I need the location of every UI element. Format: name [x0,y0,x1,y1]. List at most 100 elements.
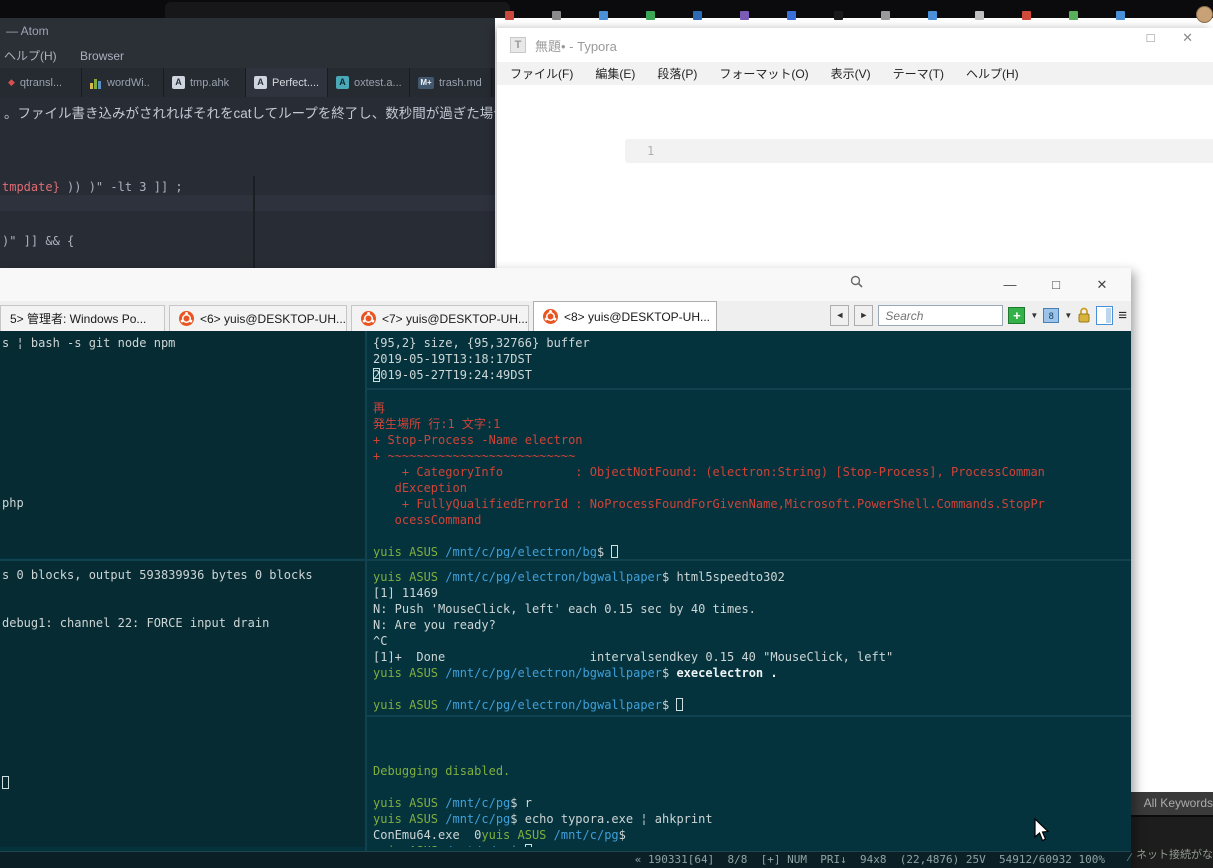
terminal-text: yuis ASUS [373,844,445,847]
tray-icon[interactable] [881,11,890,20]
lock-icon[interactable] [1077,307,1091,324]
typora-menu-help[interactable]: ヘルプ(H) [966,65,1019,82]
typora-menu-theme[interactable]: テーマ(T) [893,65,944,82]
atom-text-line: 。ファイル書き込みがされればそれをcatしてループを終了し、数秒間が過ぎた場合は… [4,102,495,122]
typora-menu-format[interactable]: フォーマット(O) [719,65,808,82]
terminal-pane-left-bottom[interactable]: s 0 blocks, output 593839936 bytes 0 blo… [0,561,365,847]
terminal-text: /mnt/c/pg/electron/bgwallpaper [445,570,662,584]
terminal-line [373,747,1131,763]
terminal-text: $ r [510,796,532,810]
terminal-line: 2019-05-27T19:24:49DST [373,367,1131,383]
terminal-pane-buffer-info[interactable]: {95,2} size, {95,32766} buffer2019-05-19… [367,331,1131,387]
atom-current-line-highlight [0,195,495,211]
tray-icon[interactable] [693,11,702,20]
conemu-tab-label: <8> yuis@DESKTOP-UH... [564,310,710,324]
terminal-text: $ [510,844,524,847]
atom-tab-perfect[interactable]: A Perfect.... [246,68,328,97]
terminal-line: 2019-05-19T13:18:17DST [373,351,1131,367]
atom-tab-trash-md[interactable]: M+ trash.md [410,68,492,97]
ubuntu-icon [361,311,376,326]
terminal-line: + ~~~~~~~~~~~~~~~~~~~~~~~~~~ [373,448,1131,464]
terminal-text: yuis ASUS [373,545,445,558]
terminal-text: 発生場所 行:1 文字:1 [373,417,500,431]
atom-menu-help[interactable]: ヘルプ(H) [0,45,67,68]
typora-caption-buttons[interactable]: □ ✕ [1147,30,1205,46]
window-toggle-icon[interactable] [1096,306,1113,325]
tab-scroll-left-button[interactable]: ◄ [830,305,849,326]
conemu-tab-7-wsl[interactable]: <7> yuis@DESKTOP-UH... [351,305,529,331]
atom-editor[interactable]: 。ファイル書き込みがされればそれをcatしてループを終了し、数秒間が過ぎた場合は… [0,97,495,268]
tray-icon[interactable] [1022,11,1031,20]
conemu-tab-label: <6> yuis@DESKTOP-UH... [200,312,346,326]
conemu-tab-5-powershell[interactable]: 5> 管理者: Windows Po... [0,305,165,331]
minimize-button[interactable]: — [987,274,1033,296]
typora-menu-edit[interactable]: 編集(E) [595,65,635,82]
conemu-tab-controls: ◄ ► + ▼ 8 ▼ ≡ [830,305,1127,326]
typora-line-number: 1 [647,144,654,158]
conemu-tab-8-wsl[interactable]: <8> yuis@DESKTOP-UH... [533,301,717,331]
avatar[interactable] [1196,6,1213,23]
conemu-tab-6-wsl[interactable]: <6> yuis@DESKTOP-UH... [169,305,347,331]
conemu-titlebar[interactable]: — □ ✕ [0,268,1131,301]
tray-icon[interactable] [599,11,608,20]
atom-tab-oxtest[interactable]: A oxtest.a... [328,68,410,97]
atom-menu-browser[interactable]: Browser [70,45,134,68]
search-input[interactable] [878,305,1003,326]
terminal-line [2,679,365,695]
conemu-tabbar: 5> 管理者: Windows Po... <6> yuis@DESKTOP-U… [0,301,1131,331]
close-button[interactable]: ✕ [1079,274,1125,296]
new-console-button[interactable]: + [1008,307,1025,324]
terminal-line: s ¦ bash -s git node npm [2,335,365,351]
tab-scroll-right-button[interactable]: ► [854,305,873,326]
hamburger-menu-icon[interactable]: ≡ [1118,308,1127,323]
tray-icon-row [505,11,1205,21]
terminal-text: s 0 blocks, output 593839936 bytes 0 blo… [2,568,313,582]
chevron-down-icon[interactable]: ▼ [1064,311,1072,320]
pane-divider-horizontal[interactable] [0,559,1131,561]
tray-icon[interactable] [834,11,843,20]
typora-titlebar[interactable]: T 無題• - Typora □ ✕ [497,28,1213,62]
atom-tab-wordwi[interactable]: wordWi.. [82,68,164,97]
terminal-text: yuis ASUS [373,666,445,680]
terminal-pane-pg[interactable]: Debugging disabled. yuis ASUS /mnt/c/pg$… [367,717,1131,847]
terminal-text: debug1: channel 22: FORCE input drain [2,616,269,630]
tray-icon[interactable] [1069,11,1078,20]
tray-icon[interactable] [552,11,561,20]
atom-tab-tmp-ahk[interactable]: A tmp.ahk [164,68,246,97]
terminal-pane-bgwallpaper[interactable]: yuis ASUS /mnt/c/pg/electron/bgwallpaper… [367,561,1131,714]
typora-menu-view[interactable]: 表示(V) [831,65,871,82]
terminal-line: yuis ASUS /mnt/c/pg/electron/bg$ [373,544,1131,558]
pane-divider-horizontal[interactable] [367,715,1131,717]
atom-tab-qtransl[interactable]: ◆ qtransl... [0,68,82,97]
terminal-line [373,528,1131,544]
terminal-text: $ [662,666,676,680]
tray-icon[interactable] [1116,11,1125,20]
terminal-line [2,743,365,759]
conemu-console-area[interactable]: s ¦ bash -s git node npm php s 0 blocks,… [0,331,1131,851]
typora-code-block[interactable]: 1 [625,139,1213,163]
pane-divider-vertical[interactable] [365,331,367,851]
maximize-button[interactable]: □ [1033,274,1079,296]
atom-pane-divider[interactable] [253,176,255,268]
tray-icon[interactable] [928,11,937,20]
chevron-down-icon[interactable]: ▼ [1030,311,1038,320]
tray-icon[interactable] [646,11,655,20]
autohotkey-icon: A [254,76,267,89]
pane-divider-horizontal[interactable] [367,388,1131,390]
tray-icon[interactable] [505,11,514,20]
atom-titlebar[interactable]: — Atom [0,18,495,45]
tray-icon[interactable] [975,11,984,20]
typora-menu-paragraph[interactable]: 段落(P) [657,65,697,82]
tray-icon[interactable] [787,11,796,20]
markdown-icon: M+ [418,77,434,89]
terminal-line: + FullyQualifiedErrorId : NoProcessFound… [373,496,1131,512]
console-list-icon[interactable]: 8 [1043,308,1059,323]
terminal-text: $ [619,828,626,842]
terminal-pane-powershell-error[interactable]: 再発生場所 行:1 文字:1+ Stop-Process -Name elect… [367,390,1131,558]
terminal-pane-left-top[interactable]: s ¦ bash -s git node npm php [0,331,365,558]
tray-icon[interactable] [740,11,749,20]
atom-menubar: ヘルプ(H) Browser [0,45,495,68]
terminal-text: + ~~~~~~~~~~~~~~~~~~~~~~~~~~ [373,449,575,463]
terminal-text: 2019-05-19T13:18:17DST [373,352,532,366]
typora-menu-file[interactable]: ファイル(F) [510,65,573,82]
